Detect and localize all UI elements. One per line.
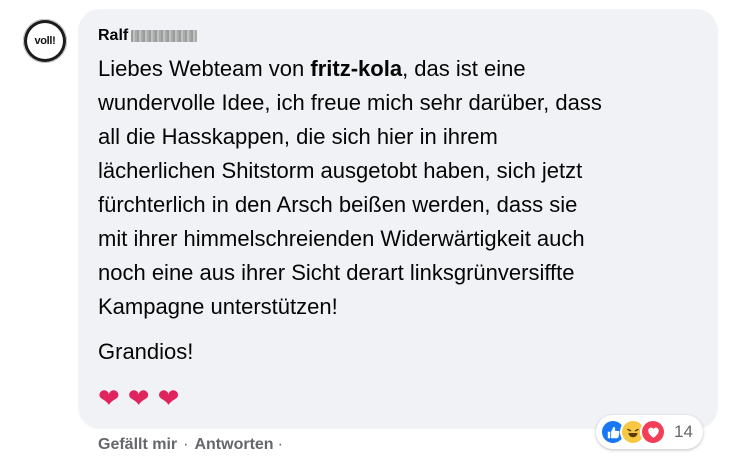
comment-line: fürchterlich in den Arsch beißen werden,… — [98, 192, 578, 217]
comment-line: all die Hasskappen, die sich hier in ihr… — [98, 124, 498, 149]
comment-line: mit ihrer himmelschreienden Widerwärtigk… — [98, 226, 585, 251]
separator-dot: · — [183, 436, 189, 453]
comment-author[interactable]: Ralf — [98, 27, 198, 45]
reaction-summary[interactable]: 14 — [596, 415, 703, 449]
separator-dot: · — [277, 436, 283, 453]
emoji-row: ❤ ❤ ❤ — [98, 384, 179, 414]
comment-closing: Grandios! — [98, 339, 194, 364]
like-button[interactable]: Gefällt mir — [98, 436, 177, 454]
comment-line: wundervolle Idee, ich freue mich sehr da… — [98, 90, 602, 115]
avatar-badge: voll! — [27, 23, 63, 59]
love-icon — [640, 419, 666, 445]
heart-emoji-icon: ❤ — [98, 384, 120, 414]
comment-line: Kampagne unterstützen! — [98, 294, 338, 319]
reaction-count: 14 — [674, 422, 693, 441]
heart-emoji-icon: ❤ — [157, 384, 180, 414]
comment-line: noch eine aus ihrer Sicht derart linksgr… — [98, 260, 575, 285]
comment-line: Liebes Webteam von fritz-kola, das ist e… — [98, 56, 526, 81]
avatar-logo-text: voll! — [34, 35, 56, 47]
redacted-surname — [131, 30, 198, 42]
comment-text: Liebes Webteam von fritz-kola, das ist e… — [98, 52, 698, 324]
author-name[interactable]: Ralf — [98, 27, 128, 45]
heart-emoji-icon: ❤ — [127, 384, 150, 414]
reply-button[interactable]: Antworten — [194, 436, 273, 454]
comment-line: lächerlichen Shitstorm ausgetobt haben, … — [98, 158, 583, 183]
comment-actions: Gefällt mir · Antworten · — [98, 436, 283, 454]
avatar[interactable]: voll! — [23, 19, 67, 63]
mentioned-page: fritz-kola — [310, 56, 403, 81]
